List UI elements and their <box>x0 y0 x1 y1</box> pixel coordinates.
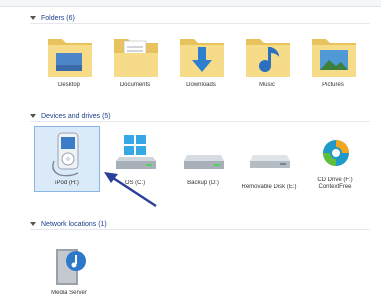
tile-label: Backup (D:) <box>187 180 219 186</box>
tile-label: CD Drive (F:) ContextFree <box>317 177 353 190</box>
tile-label: Downloads <box>186 82 216 88</box>
section-title: Devices and drives (5) <box>41 112 111 120</box>
tile-label: Removable Disk (E:) <box>241 184 297 190</box>
tile-label: Music <box>259 82 275 88</box>
section-header-network[interactable]: Network locations (1) <box>30 218 370 230</box>
removable-disk-icon <box>250 155 290 168</box>
downloads-folder-icon <box>180 39 224 77</box>
device-tile-removable-disk[interactable]: Removable Disk (E:) <box>236 126 302 192</box>
folder-tile-pictures[interactable]: Pictures <box>300 28 366 94</box>
collapse-chevron-icon[interactable] <box>30 114 36 118</box>
music-folder-icon <box>246 39 290 77</box>
section-header-devices[interactable]: Devices and drives (5) <box>30 110 370 122</box>
folder-tile-desktop[interactable]: Desktop <box>36 28 102 94</box>
device-tile-backup-drive[interactable]: Backup (D:) <box>170 126 236 192</box>
tile-label: Pictures <box>322 82 344 88</box>
device-tile-cd-drive[interactable]: CD Drive (F:) ContextFree <box>302 126 368 192</box>
pictures-folder-icon <box>312 39 356 77</box>
tile-label: iPod (H:) <box>55 180 79 186</box>
device-tile-ipod[interactable]: iPod (H:) <box>34 126 100 192</box>
ipod-device-icon <box>52 132 79 177</box>
toolbar-edge <box>0 0 381 7</box>
section-title: Folders (6) <box>41 14 75 22</box>
section-title: Network locations (1) <box>41 220 107 228</box>
documents-folder-icon <box>114 39 158 77</box>
media-server-icon <box>56 249 86 285</box>
folder-tile-documents[interactable]: Documents <box>102 28 168 94</box>
tile-label: Documents <box>119 82 151 88</box>
pointer-arrow-annotation <box>104 172 157 208</box>
tile-label: Desktop <box>57 82 80 88</box>
network-tile-media-server[interactable]: Media Server <box>36 236 102 302</box>
cd-drive-icon <box>323 140 349 166</box>
folder-tile-downloads[interactable]: Downloads <box>168 28 234 94</box>
tile-label: Media Server <box>51 290 87 296</box>
hard-drive-icon <box>184 155 224 169</box>
collapse-chevron-icon[interactable] <box>30 16 36 20</box>
folder-tile-music[interactable]: Music <box>234 28 300 94</box>
desktop-folder-icon <box>48 39 92 77</box>
section-header-folders[interactable]: Folders (6) <box>30 12 370 24</box>
collapse-chevron-icon[interactable] <box>30 222 36 226</box>
